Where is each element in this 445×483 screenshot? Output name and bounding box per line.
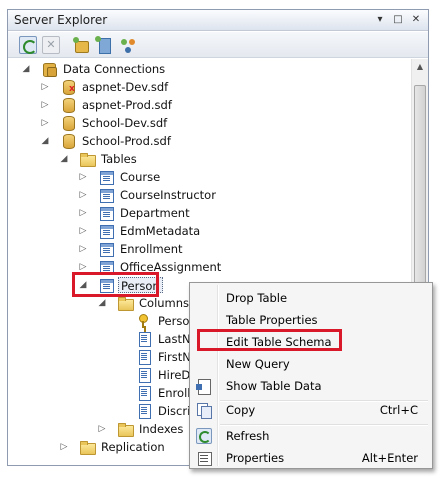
refresh-icon: [196, 428, 212, 444]
table-icon: [98, 187, 114, 203]
tree-item-label: School-Dev.sdf: [82, 116, 168, 130]
menu-item-label: Refresh: [226, 429, 270, 443]
menu-item-drop-table[interactable]: Drop Table: [192, 287, 430, 309]
tree-item-label: Data Connections: [63, 62, 166, 76]
menu-item-new-query[interactable]: New Query: [192, 353, 430, 375]
refresh-icon[interactable]: [19, 36, 37, 54]
table-icon: [98, 169, 114, 185]
expander-collapse-icon[interactable]: ◢: [97, 297, 107, 309]
window-position-dropdown-icon[interactable]: ▾: [372, 12, 388, 28]
tree-item-label: Enroll: [158, 386, 191, 400]
database-error-icon: [60, 79, 77, 95]
folder-icon: [117, 295, 134, 311]
expander-collapse-icon[interactable]: ◢: [59, 153, 69, 165]
connect-to-server-icon[interactable]: [95, 36, 113, 54]
folder-icon: [117, 421, 134, 437]
person-highlight-box: [72, 272, 159, 297]
column-icon: [136, 349, 152, 365]
tree-item-label: CourseInstructor: [120, 188, 216, 202]
menu-item-shortcut: Alt+Enter: [361, 451, 418, 465]
column-icon: [136, 367, 152, 383]
expander-expand-icon[interactable]: ▷: [78, 171, 88, 183]
table-icon: [98, 205, 114, 221]
stop-icon[interactable]: ✕: [42, 36, 60, 54]
menu-item-label: Show Table Data: [226, 379, 322, 393]
connect-to-database-icon[interactable]: [72, 36, 90, 54]
menu-item-label: Copy: [226, 403, 256, 417]
expander-expand-icon[interactable]: ▷: [40, 81, 50, 93]
maximize-icon[interactable]: □: [390, 12, 406, 28]
table-icon: [98, 223, 114, 239]
tree-item-label: School-Prod.sdf: [82, 134, 171, 148]
menu-item-label: Drop Table: [226, 291, 288, 305]
key-icon: [136, 313, 152, 329]
expander-collapse-icon[interactable]: ◢: [21, 63, 31, 75]
menu-item-shortcut: Ctrl+C: [379, 403, 418, 417]
tree-item-label: Course: [120, 170, 161, 184]
tree-item-label: Indexes: [139, 422, 184, 436]
toolbar: ✕: [8, 32, 428, 58]
tree-item-label: FirstN: [158, 350, 191, 364]
close-icon[interactable]: ✕: [408, 12, 424, 28]
menu-item-label: Properties: [226, 451, 285, 465]
show-table-data-icon: [196, 378, 212, 395]
properties-icon: [196, 450, 212, 466]
expander-expand-icon[interactable]: ▷: [78, 207, 88, 219]
tree-item-label: Department: [120, 206, 190, 220]
copy-icon: [196, 402, 212, 419]
expander-expand-icon[interactable]: ▷: [40, 117, 50, 129]
menu-item-table-properties[interactable]: Table Properties: [192, 309, 430, 331]
column-icon: [136, 385, 152, 401]
tree-item-label: Enrollment: [120, 242, 183, 256]
menu-item-show-table-data[interactable]: Show Table Data: [192, 375, 430, 397]
tree-item-label: aspnet-Prod.sdf: [82, 98, 172, 112]
tree-item-label: Discri: [158, 404, 191, 418]
column-icon: [136, 403, 152, 419]
tree-item-label: Tables: [101, 152, 137, 166]
connect-to-sharepoint-icon[interactable]: [119, 36, 137, 54]
expander-expand-icon[interactable]: ▷: [78, 243, 88, 255]
table-icon: [98, 241, 114, 257]
scroll-thumb[interactable]: [414, 85, 426, 315]
menu-item-copy[interactable]: Copy Ctrl+C: [192, 399, 430, 421]
tree-item-label: Replication: [101, 440, 165, 454]
tree-item-label: EdmMetadata: [120, 224, 201, 238]
expander-expand-icon[interactable]: ▷: [40, 99, 50, 111]
expander-collapse-icon[interactable]: ◢: [40, 135, 50, 147]
expander-expand-icon[interactable]: ▷: [59, 441, 69, 453]
scroll-up-arrow[interactable]: ▲: [412, 59, 428, 75]
expander-expand-icon[interactable]: ▷: [78, 225, 88, 237]
tree-item-label: aspnet-Dev.sdf: [82, 80, 169, 94]
folder-icon: [79, 151, 96, 167]
data-connections-icon: [41, 61, 57, 77]
menu-item-label: New Query: [226, 357, 290, 371]
database-icon: [60, 133, 76, 149]
context-menu: Drop Table Table Properties Edit Table S…: [189, 282, 433, 469]
menu-item-properties[interactable]: Properties Alt+Enter: [192, 447, 430, 469]
database-icon: [60, 97, 76, 113]
edit-table-schema-highlight-box: [197, 329, 342, 351]
window-title: Server Explorer: [14, 13, 108, 27]
tree-item-label: Columns: [139, 296, 190, 310]
column-icon: [136, 331, 152, 347]
expander-expand-icon[interactable]: ▷: [97, 423, 107, 435]
tree-item-label: HireD: [158, 368, 191, 382]
title-bar[interactable]: Server Explorer ▾ □ ✕: [8, 10, 428, 31]
tree-item-label: Perso: [158, 314, 190, 328]
expander-expand-icon[interactable]: ▷: [78, 189, 88, 201]
menu-item-label: Table Properties: [226, 313, 318, 327]
tree-item-label: LastN: [158, 332, 191, 346]
database-icon: [60, 115, 76, 131]
folder-icon: [79, 439, 96, 455]
menu-item-refresh[interactable]: Refresh: [192, 425, 430, 447]
